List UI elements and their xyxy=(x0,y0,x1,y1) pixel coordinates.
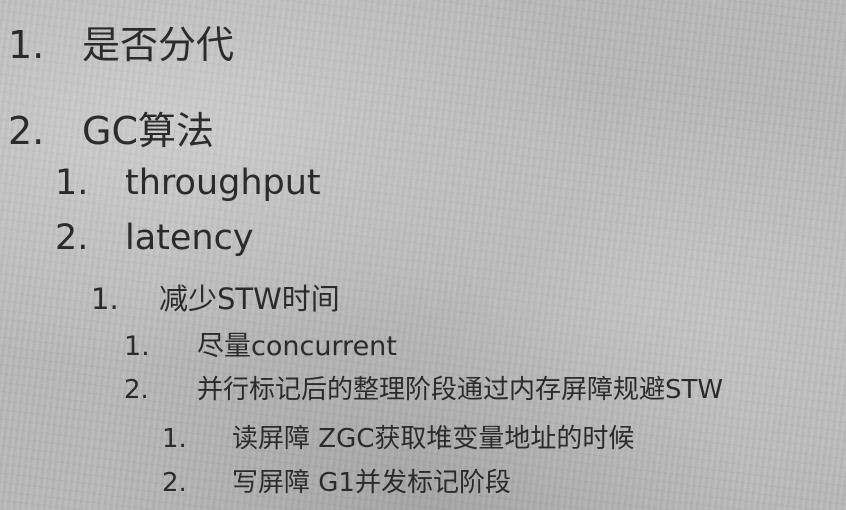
outline-item-gc-algorithm: 2. GC算法 xyxy=(8,100,214,155)
item-number: 1. xyxy=(8,23,45,67)
item-number: 2. xyxy=(124,375,149,405)
slide: 1. 是否分代 2. GC算法 1. throughput 2. latency… xyxy=(0,0,846,510)
item-number: 1. xyxy=(55,163,89,203)
outline-item-throughput: 1. throughput xyxy=(55,163,321,203)
outline-item-latency: 2. latency xyxy=(55,218,254,258)
outline-item-memory-barrier: 2. 并行标记后的整理阶段通过内存屏障规避STW xyxy=(124,369,723,406)
outline-item-write-barrier: 2. 写屏障 G1并发标记阶段 xyxy=(162,462,511,499)
item-text: 写屏障 G1并发标记阶段 xyxy=(232,468,511,498)
item-number: 1. xyxy=(162,424,187,454)
outline-item-generational: 1. 是否分代 xyxy=(8,14,234,69)
item-text: GC算法 xyxy=(82,109,214,153)
item-text: 读屏障 ZGC获取堆变量地址的时候 xyxy=(232,424,635,454)
item-number: 1. xyxy=(124,331,150,362)
outline-item-concurrent: 1. 尽量concurrent xyxy=(124,324,397,363)
item-text: 并行标记后的整理阶段通过内存屏障规避STW xyxy=(197,375,724,405)
item-number: 2. xyxy=(8,109,45,153)
item-number: 1. xyxy=(91,282,119,316)
item-number: 2. xyxy=(55,218,89,258)
item-text: latency xyxy=(125,218,254,258)
item-text: 是否分代 xyxy=(82,23,235,67)
item-number: 2. xyxy=(162,468,187,498)
outline-item-read-barrier: 1. 读屏障 ZGC获取堆变量地址的时候 xyxy=(162,418,634,455)
outline-item-reduce-stw: 1. 减少STW时间 xyxy=(91,276,340,318)
item-text: throughput xyxy=(125,163,321,203)
item-text: 减少STW时间 xyxy=(159,282,340,316)
item-text: 尽量concurrent xyxy=(197,331,397,362)
